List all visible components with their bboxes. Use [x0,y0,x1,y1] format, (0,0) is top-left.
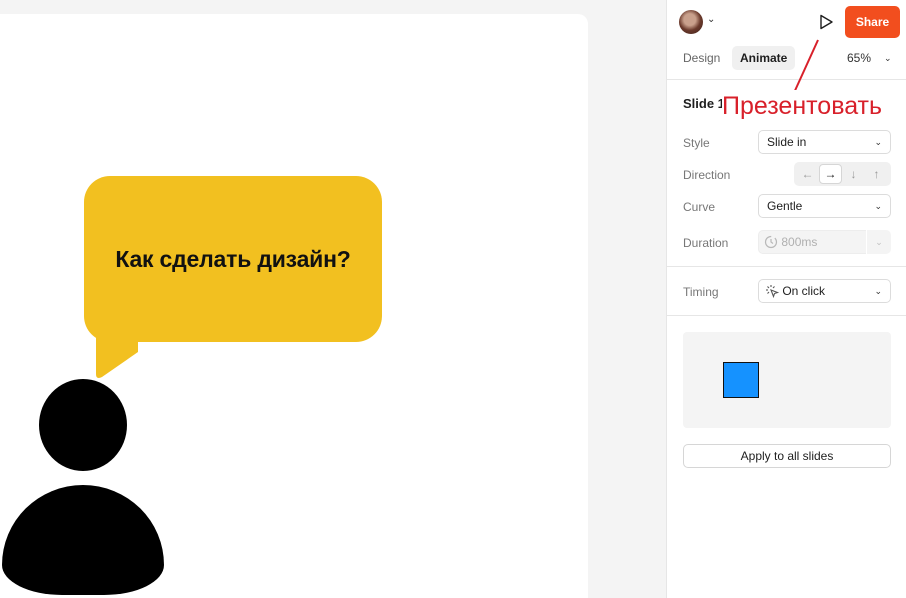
duration-label: Duration [683,236,729,250]
chevron-down-icon: ⌄ [874,137,882,147]
animation-preview [683,332,891,428]
chevron-down-icon: ⌄ [874,201,882,211]
style-value: Slide in [767,135,807,149]
divider [667,315,906,316]
user-avatar[interactable] [679,10,703,34]
slide-frame[interactable]: Как сделать дизайн? [0,14,588,598]
arrow-down-icon[interactable]: ↓ [842,164,865,184]
chevron-down-icon[interactable]: ⌄ [884,53,892,64]
curve-label: Curve [683,200,716,214]
timing-select[interactable]: On click ⌄ [758,279,891,303]
apply-to-all-slides-button[interactable]: Apply to all slides [683,444,891,468]
chevron-down-icon: ⌄ [874,286,882,296]
speech-bubble-tail [96,334,138,378]
arrow-right-icon[interactable]: → [819,164,842,184]
chevron-down-icon[interactable]: ⌄ [707,14,715,25]
click-icon [766,285,780,299]
timer-icon [764,235,778,249]
duration-input[interactable]: 800ms [758,230,867,254]
divider [667,266,906,267]
bubble-text: Как сделать дизайн? [115,245,351,272]
direction-segmented-control: ← → ↓ ↑ [794,162,891,186]
person-body-shape[interactable] [2,485,164,595]
style-select[interactable]: Slide in ⌄ [758,130,891,154]
canvas-area[interactable]: Как сделать дизайн? [0,0,666,598]
style-label: Style [683,136,710,150]
preview-square [723,362,759,398]
speech-bubble[interactable]: Как сделать дизайн? [84,176,382,342]
timing-value: On click [782,284,826,298]
tab-animate[interactable]: Animate [732,46,796,70]
divider [667,79,906,80]
curve-select[interactable]: Gentle ⌄ [758,194,891,218]
annotation-label: Презентовать [722,90,883,122]
slide-title: Slide 1 [683,96,725,111]
timing-label: Timing [683,285,719,299]
duration-value: 800ms [781,235,818,249]
curve-value: Gentle [767,199,803,213]
tab-design[interactable]: Design [675,46,728,70]
direction-label: Direction [683,168,731,182]
arrow-left-icon[interactable]: ← [796,164,819,184]
arrow-up-icon[interactable]: ↑ [865,164,888,184]
share-button[interactable]: Share [845,6,900,38]
play-icon[interactable] [813,9,839,35]
zoom-level[interactable]: 65% [847,51,871,65]
play-icon-glyph [820,14,833,30]
chevron-down-icon[interactable]: ⌄ [866,230,891,254]
person-head-shape[interactable] [39,379,127,471]
